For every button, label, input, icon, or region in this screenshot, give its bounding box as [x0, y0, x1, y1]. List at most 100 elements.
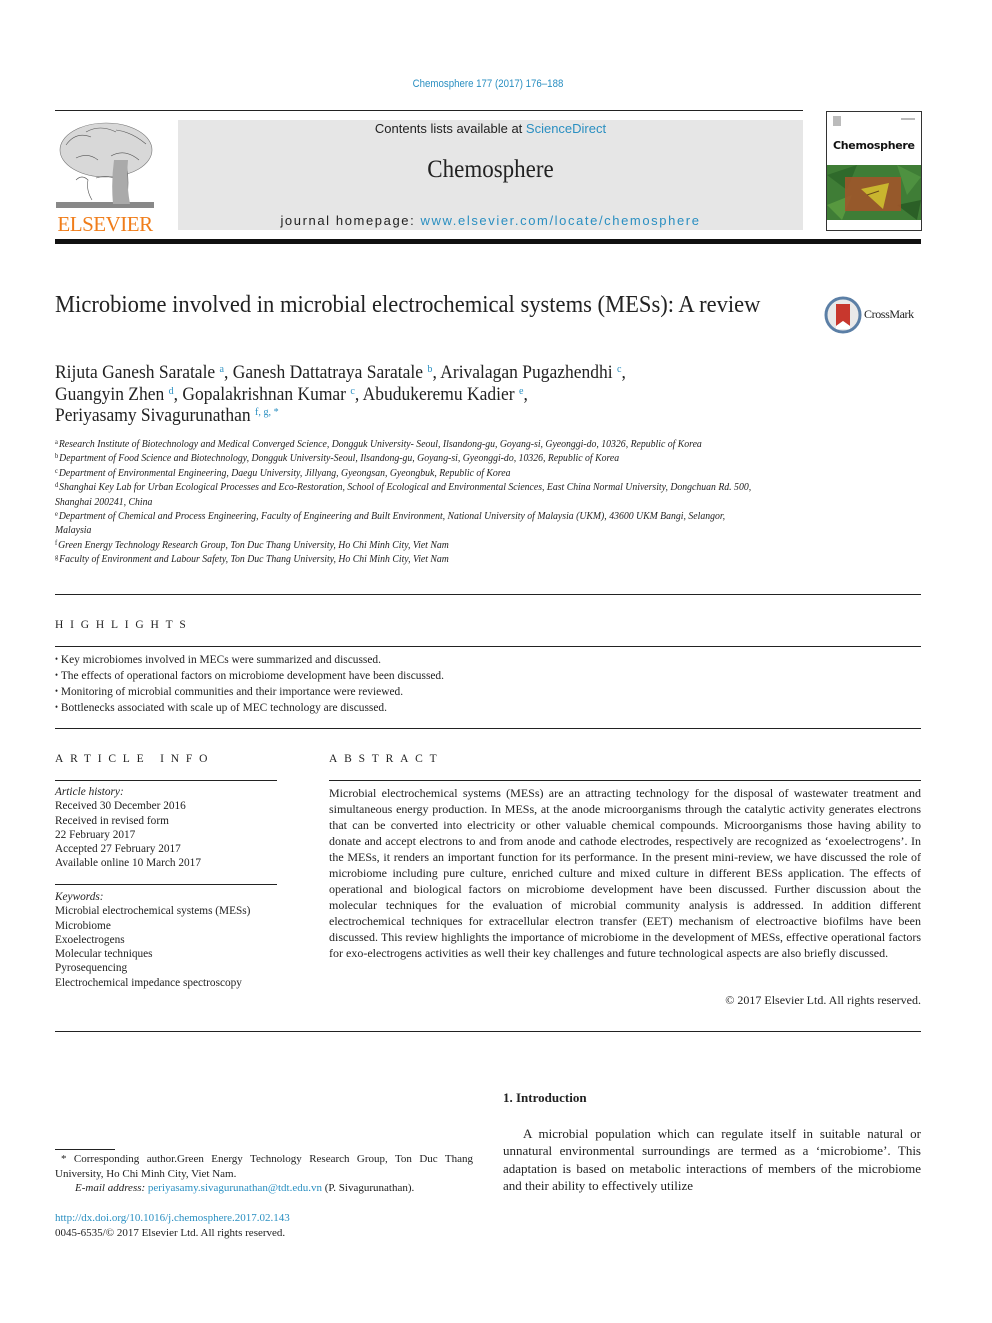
- elsevier-wordmark: ELSEVIER: [57, 212, 153, 236]
- affiliation-key: b: [55, 452, 59, 461]
- affiliation-key: c: [55, 466, 58, 475]
- author-name[interactable]: Abudukeremu Kadier: [363, 384, 519, 405]
- highlights-rule: [55, 646, 921, 647]
- highlights-heading: HIGHLIGHTS: [55, 619, 193, 631]
- author-name[interactable]: Guangyin Zhen: [55, 384, 169, 405]
- affiliation-key: a: [55, 438, 58, 446]
- affiliation-item: dShanghai Key Lab for Urban Ecological P…: [55, 481, 762, 510]
- author-name[interactable]: Gopalakrishnan Kumar: [182, 384, 350, 405]
- author-separator: ,: [224, 362, 233, 383]
- keywords-block: Keywords: Microbial electrochemical syst…: [55, 890, 285, 990]
- highlights-list: Key microbiomes involved in MECs were su…: [55, 651, 872, 715]
- doi-block: http://dx.doi.org/10.1016/j.chemosphere.…: [55, 1211, 473, 1240]
- email-label: E-mail address:: [75, 1182, 148, 1194]
- journal-homepage-link[interactable]: www.elsevier.com/locate/chemosphere: [421, 213, 701, 228]
- affiliation-item: eDepartment of Chemical and Process Engi…: [55, 510, 762, 539]
- keyword-item: Microbiome: [55, 919, 111, 932]
- affiliation-item: gFaculty of Environment and Labour Safet…: [55, 553, 762, 567]
- affiliation-list: aResearch Institute of Biotechnology and…: [55, 438, 762, 568]
- affiliation-item: cDepartment of Environmental Engineering…: [55, 467, 762, 481]
- history-entry: Available online 10 March 2017: [55, 857, 201, 870]
- affiliation-text: Department of Food Science and Biotechno…: [59, 453, 620, 465]
- corresponding-author-text: * Corresponding author.Green Energy Tech…: [55, 1153, 473, 1180]
- affiliation-text: Research Institute of Biotechnology and …: [58, 439, 702, 450]
- crossmark-button[interactable]: CrossMark: [824, 296, 924, 334]
- email-link[interactable]: periyasamy.sivagurunathan@tdt.edu.vn: [148, 1182, 322, 1194]
- elsevier-logo[interactable]: ELSEVIER: [54, 120, 156, 236]
- header-thick-rule: [55, 239, 921, 244]
- article-history-label: Article history:: [55, 786, 124, 798]
- author-list: Rijuta Ganesh Saratale a, Ganesh Dattatr…: [55, 362, 754, 427]
- affiliation-item: fGreen Energy Technology Research Group,…: [55, 539, 762, 553]
- header-top-rule: [55, 110, 803, 111]
- author-separator: ,: [523, 383, 528, 405]
- doi-link[interactable]: http://dx.doi.org/10.1016/j.chemosphere.…: [55, 1211, 473, 1226]
- journal-name: Chemosphere: [427, 156, 554, 183]
- sciencedirect-link[interactable]: ScienceDirect: [526, 121, 606, 136]
- affiliation-text: Shanghai Key Lab for Urban Ecological Pr…: [55, 482, 752, 508]
- article-title: Microbiome involved in microbial electro…: [55, 292, 761, 318]
- author-affiliation-marker[interactable]: f, g, *: [255, 406, 279, 418]
- email-line: E-mail address: periyasamy.sivagurunatha…: [55, 1181, 473, 1196]
- highlights-bottom-rule: [55, 728, 921, 729]
- article-history-lines: Received 30 December 2016 Received in rev…: [55, 799, 285, 870]
- elsevier-tree-icon: [56, 122, 154, 208]
- abstract-heading: ABSTRACT: [329, 753, 444, 765]
- abstract-bottom-rule: [55, 1031, 921, 1032]
- affiliation-item: bDepartment of Food Science and Biotechn…: [55, 452, 762, 466]
- issn-copyright: 0045-6535/© 2017 Elsevier Ltd. All right…: [55, 1226, 286, 1239]
- author-name[interactable]: Periyasamy Sivagurunathan: [55, 405, 255, 426]
- cover-publisher-icon: [833, 116, 841, 126]
- affiliation-text: Green Energy Technology Research Group, …: [58, 539, 449, 551]
- journal-header-band: Contents lists available at ScienceDirec…: [178, 120, 803, 230]
- keywords-label: Keywords:: [55, 891, 104, 903]
- keyword-item: Pyrosequencing: [55, 962, 128, 975]
- abstract-rule: [329, 780, 921, 781]
- contents-prefix: Contents lists available at: [374, 121, 526, 136]
- author-name[interactable]: Ganesh Dattatraya Saratale: [233, 362, 428, 383]
- history-entry: Received 30 December 2016: [55, 800, 186, 813]
- keyword-lines: Microbial electrochemical systems (MESs)…: [55, 904, 285, 990]
- journal-reference-link[interactable]: Chemosphere 177 (2017) 176–188: [59, 78, 918, 90]
- article-history: Article history: Received 30 December 20…: [55, 785, 285, 871]
- author-name[interactable]: Arivalagan Pugazhendhi: [440, 362, 617, 383]
- homepage-prefix: journal homepage:: [280, 213, 421, 228]
- keyword-item: Molecular techniques: [55, 948, 153, 961]
- affiliation-text: Department of Environmental Engineering,…: [58, 467, 511, 479]
- history-entry: Accepted 27 February 2017: [55, 843, 181, 856]
- author-name[interactable]: Rijuta Ganesh Saratale: [55, 362, 220, 383]
- homepage-line: journal homepage: www.elsevier.com/locat…: [178, 213, 803, 228]
- cover-leaf-image: [827, 165, 921, 220]
- author-separator: ,: [621, 362, 626, 383]
- introduction-heading: 1. Introduction: [503, 1090, 587, 1105]
- email-suffix: (P. Sivagurunathan).: [322, 1182, 415, 1194]
- affiliation-key: e: [55, 510, 58, 519]
- highlights-top-rule: [55, 594, 921, 595]
- contents-line: Contents lists available at ScienceDirec…: [178, 121, 803, 136]
- keyword-item: Microbial electrochemical systems (MESs): [55, 905, 251, 918]
- keywords-rule: [55, 884, 277, 885]
- article-info-rule: [55, 780, 277, 781]
- article-info-heading: ARTICLE INFO: [55, 753, 215, 765]
- crossmark-label: CrossMark: [864, 307, 914, 321]
- affiliation-key: d: [55, 481, 59, 490]
- crossmark-icon: [824, 296, 862, 334]
- cover-title: Chemosphere: [833, 139, 915, 152]
- cover-issn-mark: [901, 118, 915, 120]
- abstract-copyright: © 2017 Elsevier Ltd. All rights reserved…: [725, 993, 921, 1007]
- highlight-item: Key microbiomes involved in MECs were su…: [55, 651, 872, 667]
- history-entry: Received in revised form: [55, 814, 169, 827]
- highlight-item: Monitoring of microbial communities and …: [55, 683, 872, 699]
- keyword-item: Exoelectrogens: [55, 933, 125, 946]
- introduction-text: A microbial population which can regulat…: [503, 1126, 921, 1193]
- affiliation-text: Department of Chemical and Process Engin…: [55, 511, 726, 537]
- author-separator: ,: [432, 362, 441, 383]
- highlight-item: The effects of operational factors on mi…: [55, 667, 872, 683]
- affiliation-key: g: [55, 553, 59, 562]
- highlight-item: Bottlenecks associated with scale up of …: [55, 699, 872, 715]
- footnote-rule: [55, 1149, 115, 1150]
- keyword-item: Electrochemical impedance spectroscopy: [55, 976, 242, 989]
- abstract-text: Microbial electrochemical systems (MESs)…: [329, 786, 921, 960]
- corresponding-author-footnote: * Corresponding author.Green Energy Tech…: [55, 1152, 473, 1196]
- journal-cover[interactable]: Chemosphere: [826, 111, 922, 231]
